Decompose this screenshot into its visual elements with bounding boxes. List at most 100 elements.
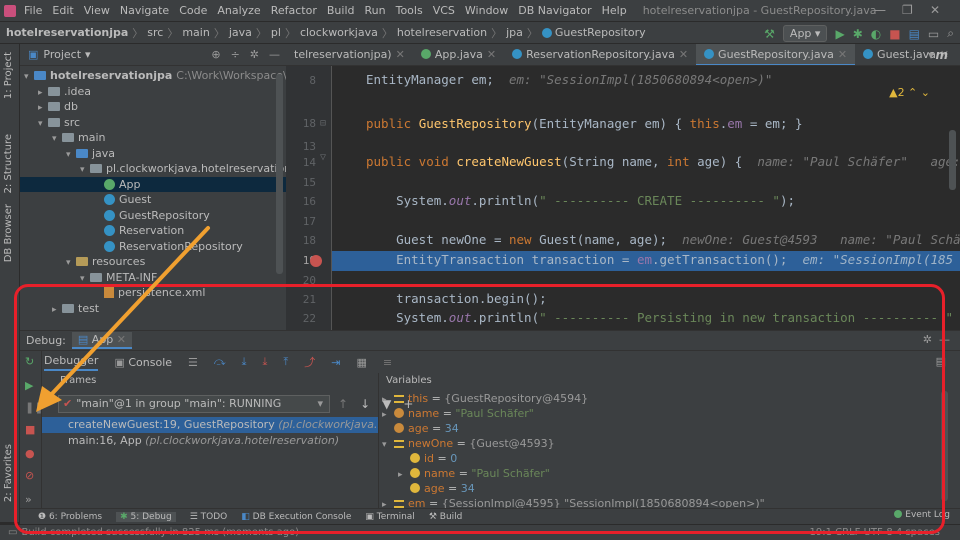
tree-item[interactable]: ▸ .idea [20,84,286,100]
close-tab-icon[interactable]: ✕ [838,48,847,61]
run-config-label: App [789,27,812,40]
tree-item[interactable]: ▾ resources [20,254,286,270]
tree-item[interactable]: ▾pl.clockworkjava.hotelreservation.jpa [20,161,286,177]
editor-tab[interactable]: ReservationRepository.java ✕ [504,44,696,65]
favorites-tool-tab[interactable]: 2: Favorites [3,444,14,502]
menu-edit[interactable]: Edit [52,4,73,17]
menu-code[interactable]: Code [179,4,207,17]
collapse-all-icon[interactable]: ÷ [231,48,240,61]
menu-run[interactable]: Run [365,4,386,17]
tree-item[interactable]: ▾hotelreservationjpaC:\Work\Workspace\ho… [20,68,286,84]
editor-tab-label: ReservationRepository.java [526,47,675,61]
tree-item[interactable]: ▾ META-INF [20,270,286,286]
warning-indicator[interactable]: ▲2 ⌃ ⌄ [889,86,930,99]
structure-tool-tab[interactable]: 2: Structure [3,134,14,193]
breadcrumb-item[interactable]: main [182,26,209,39]
maximize-icon[interactable]: ❐ [902,3,913,17]
class-icon [863,48,874,59]
menu-navigate[interactable]: Navigate [120,4,169,17]
menu-refactor[interactable]: Refactor [271,4,317,17]
tree-item[interactable]: App [20,176,286,192]
stop-icon[interactable]: ■ [889,27,900,41]
project-view-icon: ▣ [28,48,39,61]
run-config-select[interactable]: App ▾ [782,25,828,42]
menu-help[interactable]: Help [602,4,627,17]
minimize-icon[interactable]: — [874,3,886,17]
line-number: 18 [302,234,316,247]
presentation-icon[interactable]: ▭ [928,27,939,41]
editor-tab[interactable]: GuestRepository.java ✕ [696,44,856,65]
locate-icon[interactable]: ⊕ [211,48,220,61]
menu-window[interactable]: Window [465,4,508,17]
class-icon [541,27,552,38]
coverage-icon[interactable]: ◐ [871,27,881,41]
breadcrumb: hotelreservationjpa 〉 src 〉 main 〉 java 〉 pl… [0,22,960,44]
tree-item[interactable]: ▾ main [20,130,286,146]
tree-item[interactable]: Reservation [20,223,286,239]
hide-icon[interactable]: — [269,48,280,61]
menu-analyze[interactable]: Analyze [217,4,260,17]
fold-icon[interactable]: ⊟ [320,118,326,129]
code-line: System.out.println(" ---------- CREATE -… [366,193,795,208]
tree-item[interactable]: ▾ java [20,146,286,162]
menu-vcs[interactable]: VCS [433,4,455,17]
editor-tab-label: App.java [434,47,483,61]
breadcrumb-item[interactable]: hotelreservation [397,26,487,39]
db-browser-tool-tab[interactable]: DB Browser [3,204,14,262]
tree-item-label: Reservation [119,224,185,237]
run-icon[interactable]: ▶ [835,27,844,41]
breadcrumb-item[interactable]: jpa [506,26,523,39]
breadcrumb-item[interactable]: src [147,26,163,39]
project-view-select[interactable]: Project [43,48,81,61]
main-class-icon [420,48,431,59]
project-tree: ▾hotelreservationjpaC:\Work\Workspace\ho… [20,66,286,316]
menu-tools[interactable]: Tools [396,4,423,17]
chevron-down-icon[interactable]: ▾ [85,48,91,61]
editor-tab[interactable]: App.java ✕ [413,44,504,65]
search-icon[interactable]: ⌕ [947,26,954,41]
project-tool-tab[interactable]: 1: Project [3,52,14,99]
editor-scrollbar[interactable] [949,130,956,190]
breadcrumb-item[interactable]: clockworkjava [300,26,378,39]
debug-icon[interactable]: ✱ [853,27,863,41]
class-icon [104,194,115,205]
menu-db-navigator[interactable]: DB Navigator [518,4,591,17]
close-tab-icon[interactable]: ✕ [396,48,405,61]
code-token: .println( [471,193,540,208]
class-icon [104,225,115,236]
fold-icon[interactable]: ▽ [320,152,326,163]
close-tab-icon[interactable]: ✕ [679,48,688,61]
line-number: 15 [302,176,316,189]
close-icon[interactable]: ✕ [930,3,940,17]
tree-item-label: resources [92,255,146,268]
menu-view[interactable]: View [84,4,110,17]
menu-file[interactable]: File [24,4,42,17]
line-number: 8 [309,74,316,87]
breadcrumb-item[interactable]: hotelreservationjpa [6,26,128,39]
folder-icon [48,86,60,96]
tree-item[interactable]: Guest [20,192,286,208]
menu-build[interactable]: Build [327,4,355,17]
tree-item[interactable]: GuestRepository [20,208,286,224]
tree-item[interactable]: ReservationRepository [20,239,286,255]
breadcrumb-item[interactable]: java [229,26,252,39]
folder-icon [90,164,102,173]
hammer-build-icon[interactable]: ⚒ [764,27,775,41]
breadcrumb-item[interactable]: GuestRepository [555,26,646,39]
editor-tab[interactable]: telreservationjpa) ✕ [286,44,413,65]
tab-list-chevron-icon[interactable]: ▾ [928,48,934,62]
tree-item-label: META-INF [106,270,158,284]
maven-icon[interactable]: m [935,48,948,62]
project-scrollbar[interactable] [276,74,283,274]
code-token: out [448,193,472,208]
tree-item-label: main [78,131,106,144]
breadcrumb-item[interactable]: pl [271,26,281,39]
code-line: EntityManager em; em: "SessionImpl(18506… [366,72,772,87]
tree-item[interactable]: ▸ db [20,99,286,115]
breakpoint-icon[interactable] [310,255,322,267]
tree-item[interactable]: ▾ src [20,115,286,131]
gear-icon[interactable]: ✲ [250,48,259,61]
code-token: EntityManager em; [366,72,494,87]
close-tab-icon[interactable]: ✕ [487,48,496,61]
project-structure-icon[interactable]: ▤ [909,27,920,41]
